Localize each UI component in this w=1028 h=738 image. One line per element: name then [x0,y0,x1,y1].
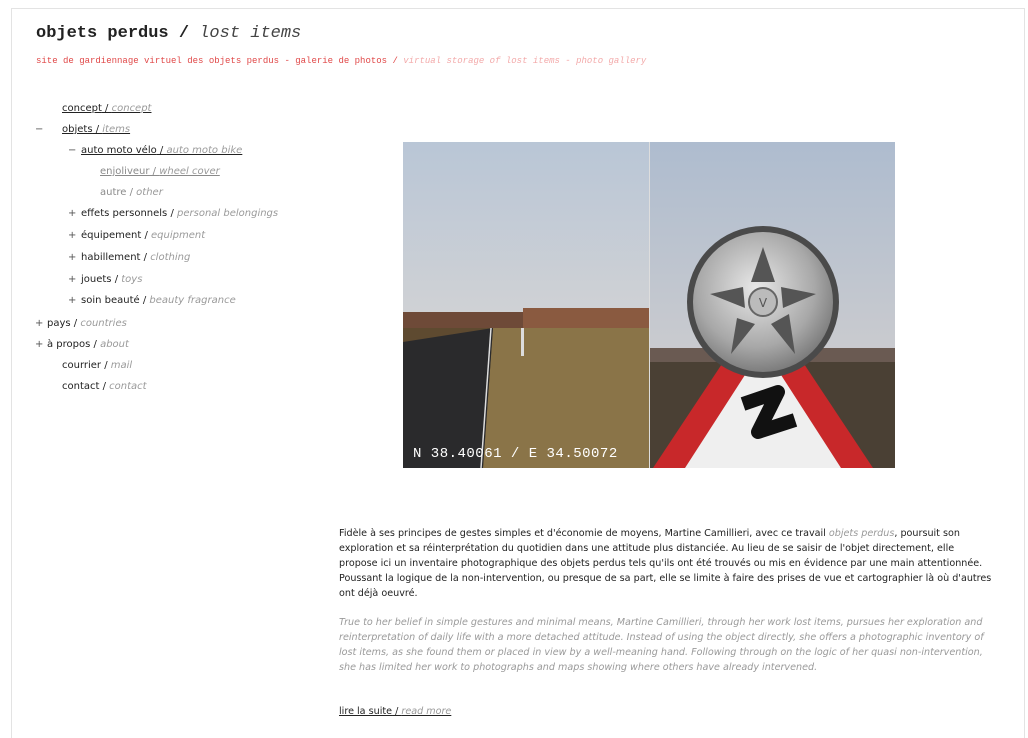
nav-autre[interactable]: autre / other [100,187,163,198]
nav-auto-link[interactable]: auto moto vélo / auto moto bike [81,145,242,156]
nav-effets-personnels[interactable]: + effets personnels / personal belongings [68,208,278,219]
nav-pays[interactable]: + pays / countries [35,318,127,329]
collapse-icon[interactable]: − [68,145,77,156]
highlight-term: objets perdus [828,528,895,539]
nav-jouets[interactable]: + jouets / toys [68,274,142,285]
svg-text:V: V [759,296,768,310]
nav-soin-beaute[interactable]: + soin beauté / beauty fragrance [68,295,236,306]
nav-auto-moto-velo[interactable]: − auto moto vélo / auto moto bike [68,145,242,156]
expand-icon[interactable]: + [35,339,44,350]
description-fr: Fidèle à ses principes de gestes simples… [339,528,992,599]
nav-enjoliveur[interactable]: enjoliveur / wheel cover [100,166,220,177]
nav-habillement[interactable]: + habillement / clothing [68,252,190,263]
photo-coordinates: N 38.40061 / E 34.50072 [413,446,618,462]
nav-concept-link[interactable]: concept / concept [62,103,151,114]
nav-objets[interactable]: − objets / items [35,124,130,135]
expand-icon[interactable]: + [68,230,77,241]
nav-courrier[interactable]: courrier / mail [62,360,132,371]
expand-icon[interactable]: + [68,295,77,306]
nav-objets-link[interactable]: objets / items [62,124,130,135]
photo-illustration: V [403,142,895,468]
nav-contact[interactable]: contact / contact [62,381,147,392]
expand-icon[interactable]: + [35,318,44,329]
read-more-link[interactable]: lire la suite / read more [339,706,451,717]
nav-a-propos[interactable]: + à propos / about [35,339,129,350]
gallery-photo[interactable]: V N 38.40061 / E 34.50072 [403,142,895,468]
site-subtitle: site de gardiennage virtuel des objets p… [36,56,647,66]
site-title: objets perdus / lost items [36,24,302,43]
description-en: True to her belief in simple gestures an… [339,617,984,673]
collapse-icon[interactable]: − [35,124,44,135]
expand-icon[interactable]: + [68,274,77,285]
nav-enjoliveur-link[interactable]: enjoliveur / wheel cover [100,166,220,177]
expand-icon[interactable]: + [68,252,77,263]
nav-concept[interactable]: concept / concept [62,103,151,114]
nav-equipement[interactable]: + équipement / equipment [68,230,205,241]
expand-icon[interactable]: + [68,208,77,219]
